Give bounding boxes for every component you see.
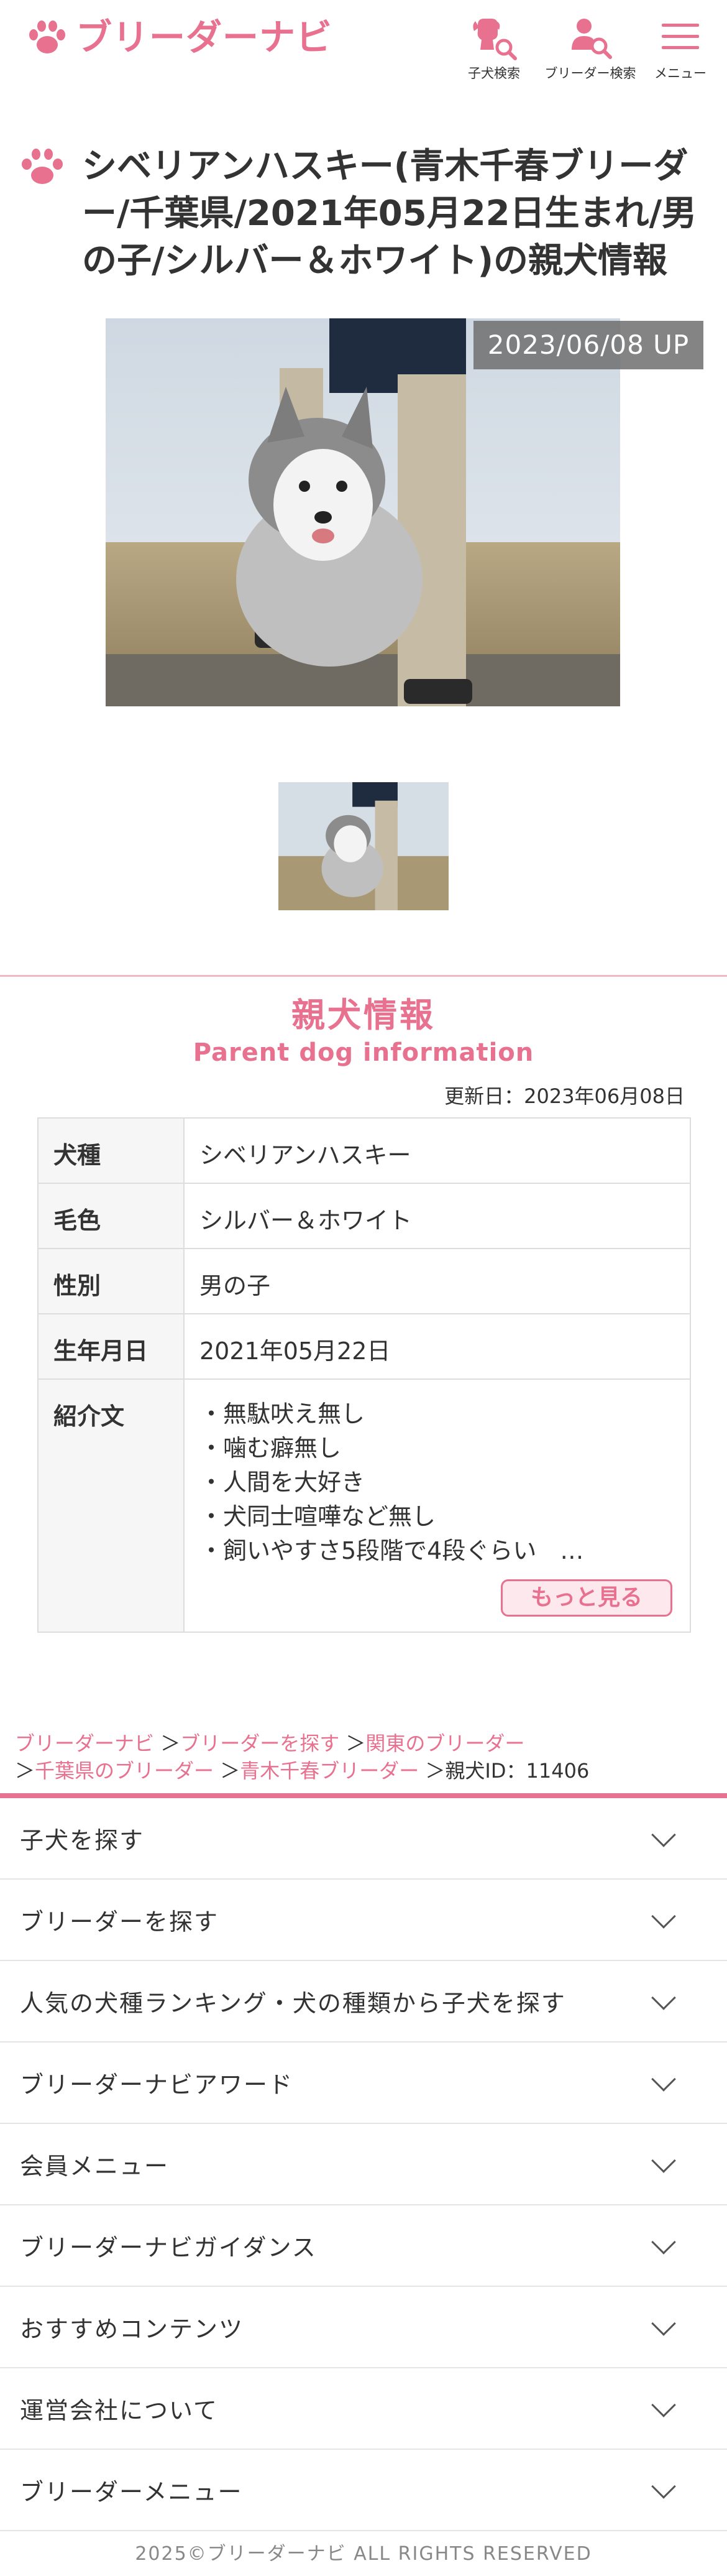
breeder-search-icon	[572, 19, 612, 59]
copyright: 2025©ブリーダーナビ ALL RIGHTS RESERVED	[135, 2543, 592, 2565]
info-row-breed: 犬種 シベリアンハスキー	[37, 1117, 691, 1184]
breadcrumb-separator: ＞	[220, 1759, 240, 1783]
husky-thumbnail-image	[278, 782, 449, 910]
breadcrumb-link-home[interactable]: ブリーダーナビ	[15, 1732, 154, 1755]
info-row-birthday: 生年月日 2021年05月22日	[37, 1313, 691, 1380]
info-label: 性別	[37, 1248, 185, 1314]
chevron-down-icon	[651, 2473, 676, 2499]
breeder-search-nav[interactable]: ブリーダー検索	[544, 12, 637, 82]
site-header: ブリーダーナビ 子犬検索 ブリーダー検索 メニュー	[0, 0, 727, 84]
info-label: 毛色	[37, 1183, 185, 1249]
chevron-down-icon	[651, 2066, 676, 2092]
footer-menu-item-member[interactable]: 会員メニュー	[0, 2124, 727, 2205]
breadcrumb-current: 親犬ID：11406	[445, 1759, 590, 1783]
info-value: 男の子	[183, 1248, 691, 1314]
breadcrumb-link-breeder[interactable]: 青木千春ブリーダー	[240, 1759, 419, 1783]
footer-menu-label: ブリーダーメニュー	[20, 2478, 243, 2506]
parent-dog-info-table: 犬種 シベリアンハスキー 毛色 シルバー＆ホワイト 性別 男の子 生年月日 20…	[37, 1117, 691, 1633]
intro-line: ・犬同士喧嘩など無し	[199, 1503, 436, 1530]
breadcrumb-link-kanto[interactable]: 関東のブリーダー	[365, 1732, 524, 1755]
menu-nav[interactable]: メニュー	[649, 12, 711, 82]
footer-menu-item-puppy-search[interactable]: 子犬を探す	[0, 1798, 727, 1880]
footer-menu-item-award[interactable]: ブリーダーナビアワード	[0, 2043, 727, 2124]
main-dog-photo[interactable]	[106, 318, 620, 706]
section-subtitle: Parent dog information	[193, 1038, 534, 1067]
husky-photo-image	[106, 318, 620, 706]
info-row-sex: 性別 男の子	[37, 1248, 691, 1314]
info-row-color: 毛色 シルバー＆ホワイト	[37, 1183, 691, 1249]
footer-menu-item-ranking[interactable]: 人気の犬種ランキング・犬の種類から子犬を探す	[0, 1961, 727, 2043]
chevron-down-icon	[651, 1903, 676, 1929]
chevron-down-icon	[651, 2229, 676, 2255]
updated-date: 更新日：2023年06月08日	[444, 1084, 685, 1108]
breadcrumb: ブリーダーナビ ＞ブリーダーを探す ＞関東のブリーダー ＞千葉県のブリーダー ＞…	[15, 1730, 711, 1784]
breadcrumb-separator: ＞	[425, 1759, 446, 1783]
intro-line: ・飼いやすさ5段階で4段ぐらい …	[199, 1537, 584, 1564]
info-label: 紹介文	[37, 1378, 185, 1633]
section-title: 親犬情報	[291, 995, 436, 1035]
chevron-down-icon	[651, 2148, 676, 2173]
footer-menu-label: ブリーダーナビアワード	[20, 2071, 294, 2098]
footer-menu-item-breeder-search[interactable]: ブリーダーを探す	[0, 1880, 727, 1961]
breadcrumb-separator: ＞	[15, 1759, 35, 1783]
info-label: 犬種	[37, 1117, 185, 1184]
section-divider	[0, 975, 727, 977]
chevron-down-icon	[651, 1822, 676, 1847]
info-label: 生年月日	[37, 1313, 185, 1380]
hamburger-menu-icon	[662, 24, 699, 49]
photo-thumbnail[interactable]	[278, 782, 449, 910]
puppy-search-label: 子犬検索	[468, 66, 520, 81]
show-more-button[interactable]: もっと見る	[501, 1579, 672, 1617]
upload-date-badge: 2023/06/08 UP	[473, 321, 703, 369]
info-value: シルバー＆ホワイト	[183, 1183, 691, 1249]
intro-line: ・無駄吠え無し	[199, 1400, 365, 1428]
chevron-down-icon	[651, 1985, 676, 2010]
paw-icon	[29, 21, 65, 53]
footer-menu-label: 人気の犬種ランキング・犬の種類から子犬を探す	[20, 1990, 566, 2017]
breadcrumb-link-breeder-search[interactable]: ブリーダーを探す	[180, 1732, 339, 1755]
info-value: シベリアンハスキー	[183, 1117, 691, 1184]
page-title: シベリアンハスキー(青木千春ブリーダー/千葉県/2021年05月22日生まれ/男…	[82, 146, 697, 281]
footer-menu-item-recommended[interactable]: おすすめコンテンツ	[0, 2287, 727, 2368]
puppy-search-icon	[473, 19, 517, 60]
breadcrumb-link-chiba[interactable]: 千葉県のブリーダー	[35, 1759, 214, 1783]
footer-menu: 子犬を探す ブリーダーを探す 人気の犬種ランキング・犬の種類から子犬を探す ブリ…	[0, 1793, 727, 2531]
footer-menu-item-breeder-menu[interactable]: ブリーダーメニュー	[0, 2450, 727, 2531]
breadcrumb-separator: ＞	[345, 1732, 366, 1755]
breeder-search-label: ブリーダー検索	[544, 66, 636, 81]
footer-menu-item-guidance[interactable]: ブリーダーナビガイダンス	[0, 2205, 727, 2287]
footer-menu-label: ブリーダーナビガイダンス	[20, 2234, 317, 2261]
intro-line: ・噛む癖無し	[199, 1434, 342, 1462]
footer-menu-item-company[interactable]: 運営会社について	[0, 2368, 727, 2450]
footer-menu-label: 子犬を探す	[20, 1827, 145, 1854]
footer-menu-label: おすすめコンテンツ	[20, 2315, 244, 2343]
intro-text: ・無駄吠え無し ・噛む癖無し ・人間を大好き ・犬同士喧嘩など無し ・飼いやすさ…	[183, 1378, 691, 1633]
footer-menu-label: 運営会社について	[20, 2397, 218, 2424]
logo-text: ブリーダーナビ	[76, 16, 333, 58]
menu-label: メニュー	[654, 66, 706, 81]
chevron-down-icon	[651, 2311, 676, 2336]
site-logo[interactable]: ブリーダーナビ	[25, 15, 332, 60]
info-value: 2021年05月22日	[183, 1313, 691, 1380]
footer-menu-label: 会員メニュー	[20, 2153, 170, 2180]
puppy-search-nav[interactable]: 子犬検索	[460, 12, 528, 82]
intro-line: ・人間を大好き	[199, 1469, 365, 1496]
info-row-intro: 紹介文 ・無駄吠え無し ・噛む癖無し ・人間を大好き ・犬同士喧嘩など無し ・飼…	[37, 1378, 691, 1633]
footer-menu-label: ブリーダーを探す	[20, 1908, 219, 1936]
chevron-down-icon	[651, 2392, 676, 2417]
paw-icon	[22, 149, 63, 184]
breadcrumb-separator: ＞	[160, 1732, 181, 1755]
